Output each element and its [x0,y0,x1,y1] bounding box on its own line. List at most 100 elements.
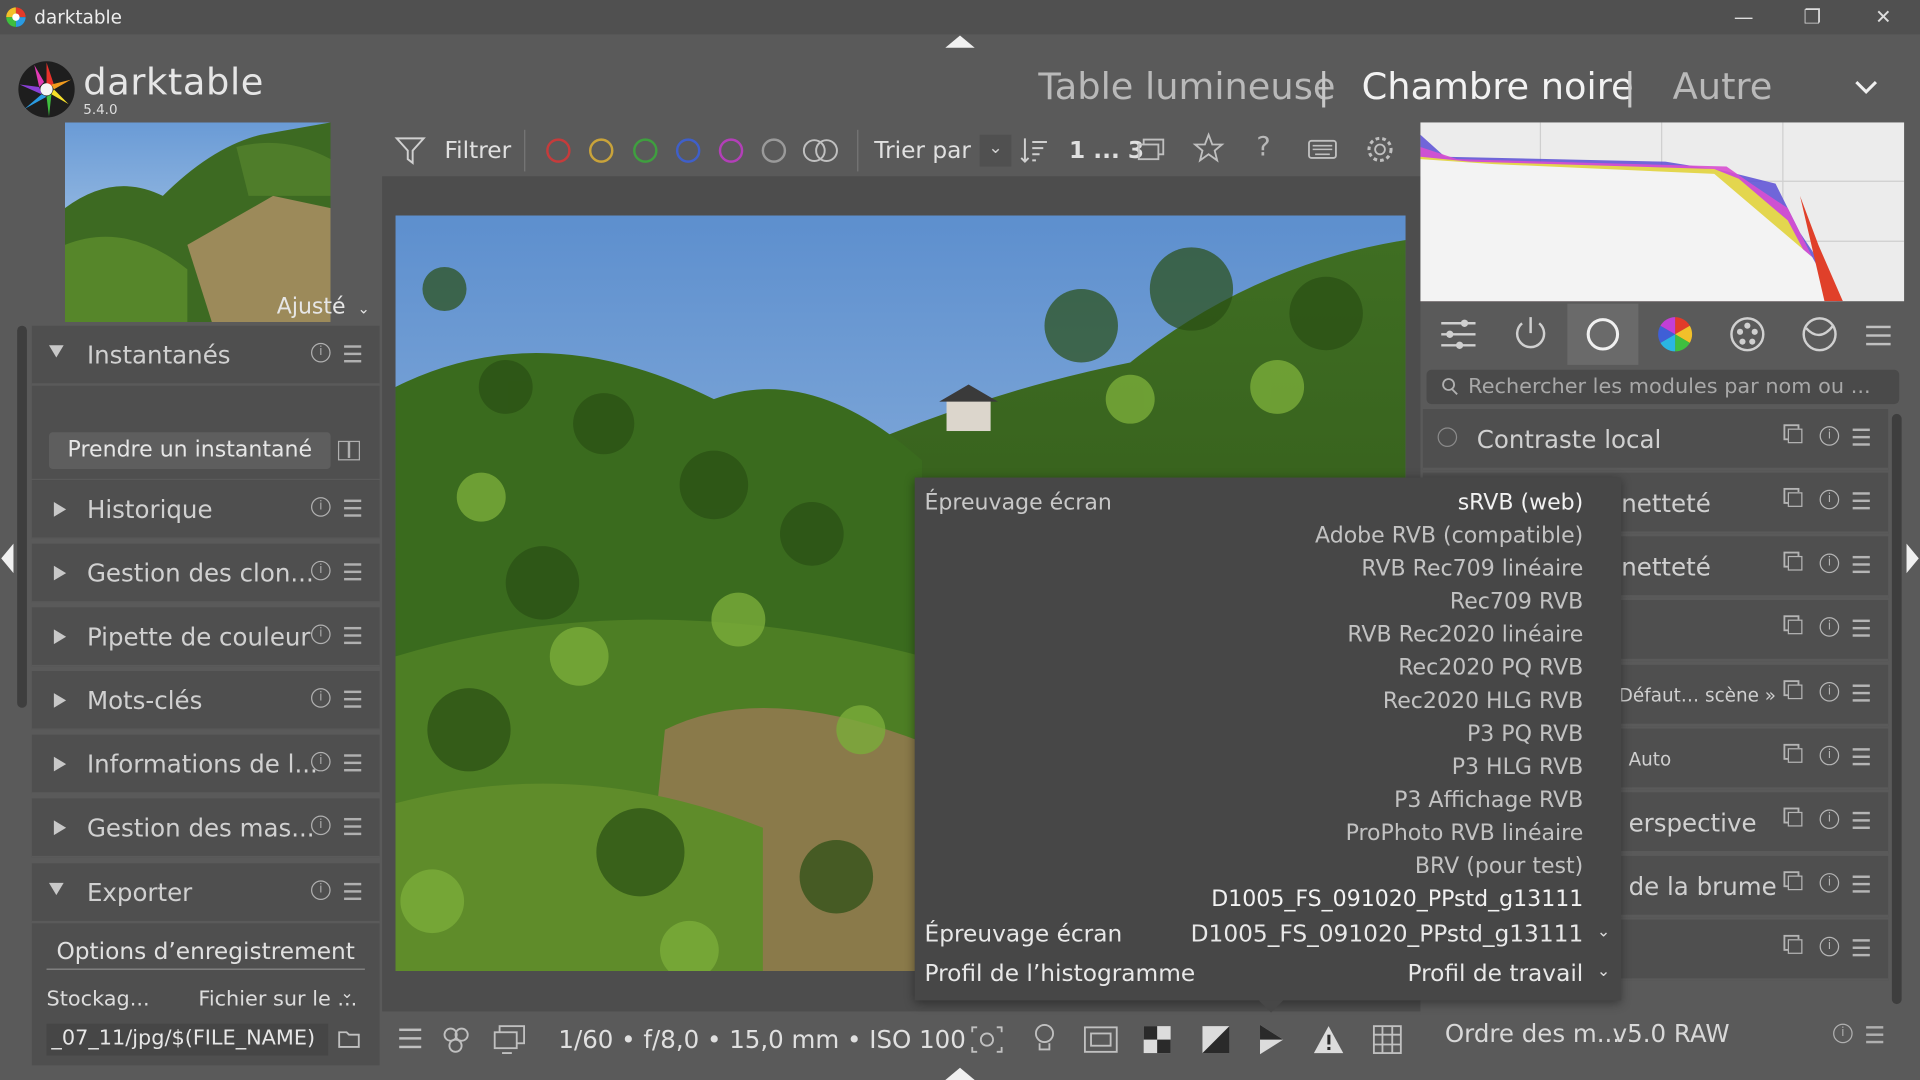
info-icon[interactable]: i [311,751,331,772]
menu-icon[interactable] [1852,875,1870,878]
profile-option[interactable]: D1005_FS_091020_PPstd_g13111 [1211,887,1583,913]
profile-option[interactable]: BRV (pour test) [1415,853,1583,879]
keyboard-icon[interactable] [1308,138,1337,160]
chevron-down-icon[interactable]: ⌄ [979,134,1012,167]
gamut-check-icon[interactable] [1256,1021,1288,1058]
menu-icon[interactable] [1866,1026,1884,1029]
histogram-profile-value[interactable]: Profil de travail [1407,960,1583,987]
module-local-contrast[interactable]: Contraste local i [1422,408,1889,471]
copy-instance-icon[interactable] [1787,555,1803,571]
softproof-value[interactable]: D1005_FS_091020_PPstd_g13111 [1191,921,1584,948]
right-side-arrow-icon[interactable] [1906,543,1919,574]
module-order-bar[interactable]: Ordre des m... v5.0 RAW i [1423,1011,1904,1060]
power-icon[interactable] [1495,304,1566,365]
info-icon[interactable]: i [311,815,331,836]
info-icon[interactable]: i [311,624,331,645]
styles-icon[interactable] [441,1024,473,1056]
module-mask-manager[interactable]: Gestion des mas... i [31,798,380,858]
copy-instance-icon[interactable] [1787,875,1803,891]
power-icon[interactable] [1437,427,1458,447]
info-icon[interactable]: i [1819,553,1840,574]
profile-option[interactable]: P3 HLG RVB [1452,754,1584,780]
view-lighttable[interactable]: Table lumineuse [1038,66,1335,109]
copy-instance-icon[interactable] [1787,492,1803,507]
profile-option[interactable]: P3 PQ RVB [1467,721,1583,747]
color-wheel-icon[interactable] [1640,304,1711,365]
menu-icon[interactable] [1852,748,1870,751]
view-darkroom[interactable]: Chambre noire [1362,66,1634,109]
menu-icon[interactable] [1852,492,1870,495]
profile-option[interactable]: sRVB (web) [1458,490,1584,516]
profile-option[interactable]: ProPhoto RVB linéaire [1346,820,1584,846]
copy-instance-icon[interactable] [1787,939,1803,954]
second-window-icon[interactable] [492,1024,526,1056]
warning-icon[interactable] [1313,1024,1345,1056]
sliders-icon[interactable] [1423,304,1494,365]
presets-menu-icon[interactable] [1866,325,1891,329]
menu-icon[interactable] [1852,811,1870,815]
copy-instance-icon[interactable] [1787,428,1803,444]
color-label-operator-icon[interactable] [802,138,839,163]
gear-icon[interactable] [1364,133,1396,165]
profile-option[interactable]: P3 Affichage RVB [1394,787,1583,813]
info-icon[interactable]: i [1819,426,1840,446]
info-icon[interactable]: i [1819,489,1840,510]
profile-option[interactable]: RVB Rec709 linéaire [1361,556,1583,582]
storage-selector[interactable]: Stockag... Fichier sur le ... ⌄ [47,984,365,1011]
chevron-down-icon[interactable]: ⌄ [1597,923,1610,941]
menu-icon[interactable] [344,690,362,694]
copy-instance-icon[interactable] [1787,619,1803,635]
base-group-circle-icon[interactable] [1567,303,1639,365]
minimize-button[interactable]: — [1709,0,1778,34]
module-search-input[interactable]: Rechercher les modules par nom ou ... [1426,369,1900,405]
chevron-down-icon[interactable] [1854,78,1878,95]
right-panel-scrollbar[interactable] [1891,413,1902,1005]
menu-icon[interactable] [1852,684,1870,687]
info-icon[interactable]: i [1819,809,1840,829]
view-other[interactable]: Autre [1673,66,1773,109]
info-icon[interactable]: i [311,497,331,517]
take-snapshot-button[interactable]: Prendre un instantané [48,432,331,469]
color-label-purple-icon[interactable] [718,138,744,163]
info-icon[interactable]: i [1819,873,1840,893]
export-path-input[interactable]: _07_11/jpg/$(FILE_NAME) [46,1023,329,1056]
module-duplicate-manager[interactable]: Gestion des clon... i [31,543,380,603]
chevron-down-icon[interactable]: ⌄ [1597,962,1610,980]
profile-option[interactable]: Rec709 RVB [1450,589,1583,615]
copy-instance-icon[interactable] [1787,811,1803,827]
navigation-thumbnail[interactable] [64,122,331,323]
zoom-selector[interactable]: Ajusté ⌄ [277,294,370,320]
collapse-top-arrow-icon[interactable] [945,35,975,48]
left-side-arrow-icon[interactable] [1,543,14,574]
copy-instance-icon[interactable] [1787,684,1803,700]
profile-option[interactable]: Adobe RVB (compatible) [1315,523,1583,549]
close-button[interactable]: ✕ [1849,0,1918,34]
left-panel-scrollbar[interactable] [17,325,27,708]
info-icon[interactable]: i [1833,1023,1853,1044]
maximize-button[interactable]: ❐ [1778,0,1847,34]
compare-icon[interactable] [337,440,361,461]
info-icon[interactable]: i [311,880,331,901]
info-icon[interactable]: i [311,688,331,708]
star-icon[interactable] [1192,132,1225,164]
module-export[interactable]: Exporter i [31,863,380,923]
module-image-information[interactable]: Informations de l... i [31,734,380,794]
sort-by-label[interactable]: Trier par [874,137,971,164]
quick-access-menu-icon[interactable] [399,1028,422,1032]
module-snapshots[interactable]: Instantanés i [31,325,380,385]
profile-option[interactable]: Rec2020 PQ RVB [1398,655,1583,681]
raw-overexposed-icon[interactable] [1082,1024,1119,1056]
help-icon[interactable]: ? [1256,132,1270,163]
menu-icon[interactable] [344,817,362,821]
module-tagging[interactable]: Mots-clés i [31,671,380,730]
menu-icon[interactable] [344,499,362,503]
menu-icon[interactable] [1852,939,1870,942]
color-label-red-icon[interactable] [546,138,571,163]
color-label-yellow-icon[interactable] [588,138,614,163]
info-icon[interactable]: i [311,342,331,363]
histogram[interactable] [1420,122,1905,302]
profile-option[interactable]: RVB Rec2020 linéaire [1347,622,1583,648]
sort-order-icon[interactable] [1019,135,1051,167]
menu-icon[interactable] [344,626,362,630]
profile-option[interactable]: Rec2020 HLG RVB [1383,688,1583,714]
